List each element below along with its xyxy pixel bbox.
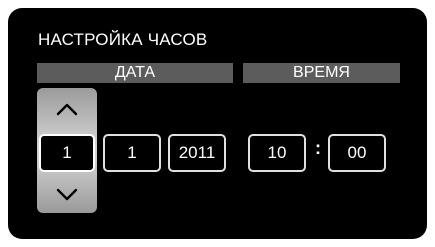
- decrement-button[interactable]: [37, 180, 97, 210]
- month-field[interactable]: 1: [103, 134, 161, 172]
- clock-setting-screen: НАСТРОЙКА ЧАСОВ ДАТА ВРЕМЯ 1 1 2011 10 :…: [8, 8, 427, 239]
- minute-field[interactable]: 00: [328, 134, 386, 172]
- page-title: НАСТРОЙКА ЧАСОВ: [38, 30, 208, 49]
- increment-button[interactable]: [37, 94, 97, 124]
- date-header: ДАТА: [37, 63, 233, 83]
- day-field[interactable]: 1: [39, 134, 95, 172]
- chevron-down-icon: [56, 188, 78, 201]
- hour-field[interactable]: 10: [248, 134, 306, 172]
- time-header: ВРЕМЯ: [243, 63, 400, 83]
- year-field[interactable]: 2011: [168, 134, 226, 172]
- chevron-up-icon: [56, 103, 78, 116]
- time-separator: :: [315, 138, 321, 158]
